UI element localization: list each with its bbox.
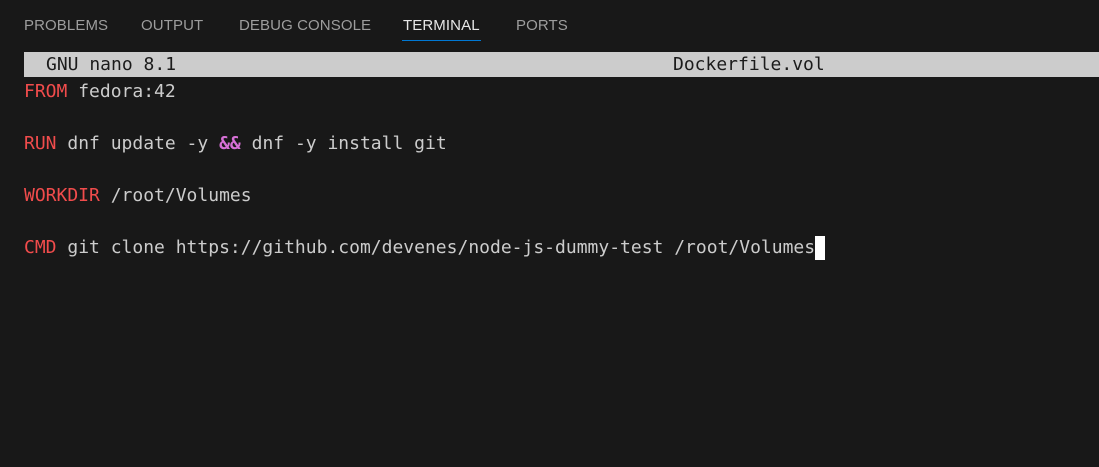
- line-text: fedora:42: [67, 81, 176, 102]
- tab-debug-console[interactable]: DEBUG CONSOLE: [239, 16, 371, 42]
- line-text: git clone https://github.com/devenes/nod…: [56, 237, 816, 258]
- file-line[interactable]: CMD git clone https://github.com/devenes…: [24, 236, 826, 260]
- tab-problems[interactable]: PROBLEMS: [24, 16, 108, 42]
- tab-output[interactable]: OUTPUT: [141, 16, 203, 42]
- shell-operator: &&: [219, 133, 241, 154]
- file-line[interactable]: RUN dnf update -y && dnf -y install git: [24, 132, 447, 156]
- line-text: /root/Volumes: [99, 185, 252, 206]
- line-text: dnf update -y: [56, 133, 220, 154]
- tab-ports[interactable]: PORTS: [516, 16, 568, 42]
- nano-title-bar: GNU nano 8.1 Dockerfile.vol: [24, 52, 1099, 77]
- file-line[interactable]: WORKDIR /root/Volumes: [24, 184, 252, 208]
- dockerfile-keyword: CMD: [24, 237, 57, 258]
- terminal-area[interactable]: GNU nano 8.1 Dockerfile.vol FROM fedora:…: [24, 52, 1099, 467]
- panel-tab-bar: PROBLEMS OUTPUT DEBUG CONSOLE TERMINAL P…: [0, 0, 1099, 48]
- tab-terminal[interactable]: TERMINAL: [402, 16, 481, 42]
- nano-version: GNU nano 8.1: [46, 54, 177, 75]
- file-line[interactable]: FROM fedora:42: [24, 80, 176, 104]
- nano-filename: Dockerfile.vol: [673, 54, 825, 75]
- line-text: dnf -y install git: [240, 133, 447, 154]
- dockerfile-keyword: WORKDIR: [24, 185, 100, 206]
- dockerfile-keyword: RUN: [24, 133, 57, 154]
- text-cursor: [815, 236, 826, 260]
- dockerfile-keyword: FROM: [24, 81, 68, 102]
